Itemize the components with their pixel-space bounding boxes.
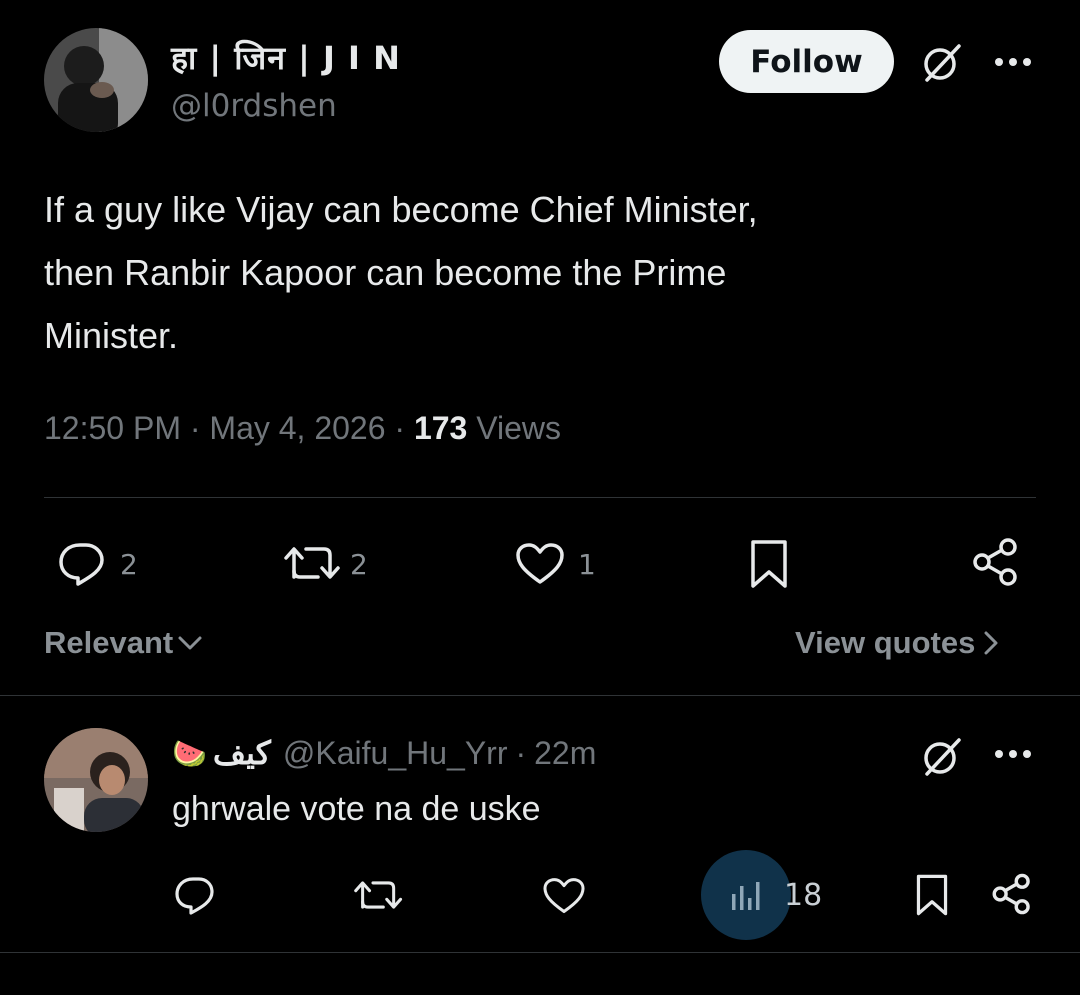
views-count[interactable]: 173	[414, 410, 467, 446]
reply-views-count: 18	[784, 878, 823, 913]
meta-separator: ·	[515, 734, 527, 771]
view-quotes-label: View quotes	[795, 625, 976, 660]
tweet-text-line: Minister.	[44, 315, 179, 356]
chevron-down-icon	[177, 634, 203, 652]
reply-text: ghrwale vote na de uske	[172, 790, 541, 828]
sort-label: Relevant	[44, 625, 174, 660]
reply-icon[interactable]	[174, 876, 218, 916]
meta-separator: ·	[394, 410, 406, 446]
author-avatar[interactable]	[44, 28, 148, 132]
bookmark-icon[interactable]	[914, 873, 950, 917]
more-icon[interactable]	[993, 56, 1033, 68]
meta-separator: ·	[189, 410, 201, 446]
reply-handle[interactable]: @Kaifu_Hu_Yrr	[283, 735, 508, 772]
bookmark-icon[interactable]	[748, 538, 790, 590]
views-label: Views	[476, 410, 562, 446]
author-display-name[interactable]: हा | जिन | J I N	[171, 36, 401, 79]
retweet-count: 2	[350, 548, 368, 581]
tweet-date[interactable]: May 4, 2026	[209, 410, 385, 446]
chevron-right-icon	[983, 629, 999, 657]
reply-icon[interactable]	[58, 541, 110, 587]
reply-display-name[interactable]: كيف	[213, 734, 271, 772]
follow-button[interactable]: Follow	[719, 30, 894, 93]
tweet-meta: 12:50 PM · May 4, 2026 · 173 Views	[44, 410, 561, 447]
share-icon[interactable]	[990, 872, 1034, 916]
tweet-text-line: If a guy like Vijay can become Chief Min…	[44, 189, 758, 230]
tweet-text-line: then Ranbir Kapoor can become the Prime	[44, 252, 727, 293]
like-icon[interactable]	[542, 877, 586, 915]
grok-icon[interactable]	[919, 734, 965, 780]
reply-age[interactable]: 22m	[534, 735, 596, 772]
retweet-icon[interactable]	[284, 541, 342, 585]
analytics-icon	[730, 880, 764, 912]
like-count: 1	[578, 548, 596, 581]
divider	[0, 695, 1080, 696]
divider	[44, 497, 1036, 498]
reply-header: 🍉 كيف @Kaifu_Hu_Yrr · 22m	[172, 734, 596, 772]
sort-dropdown[interactable]: Relevant	[44, 625, 203, 661]
grok-icon[interactable]	[919, 40, 965, 86]
retweet-icon[interactable]	[354, 876, 404, 914]
tweet-time[interactable]: 12:50 PM	[44, 410, 181, 446]
author-handle[interactable]: @l0rdshen	[171, 88, 337, 124]
reply-author-avatar[interactable]	[44, 728, 148, 832]
divider	[0, 952, 1080, 953]
view-quotes-link[interactable]: View quotes	[795, 625, 999, 661]
more-icon[interactable]	[993, 748, 1033, 760]
reply-count: 2	[120, 548, 138, 581]
reply-emoji: 🍉	[172, 737, 207, 769]
share-icon[interactable]	[970, 536, 1022, 588]
like-icon[interactable]	[515, 542, 565, 586]
tweet-text: If a guy like Vijay can become Chief Min…	[44, 178, 1044, 367]
